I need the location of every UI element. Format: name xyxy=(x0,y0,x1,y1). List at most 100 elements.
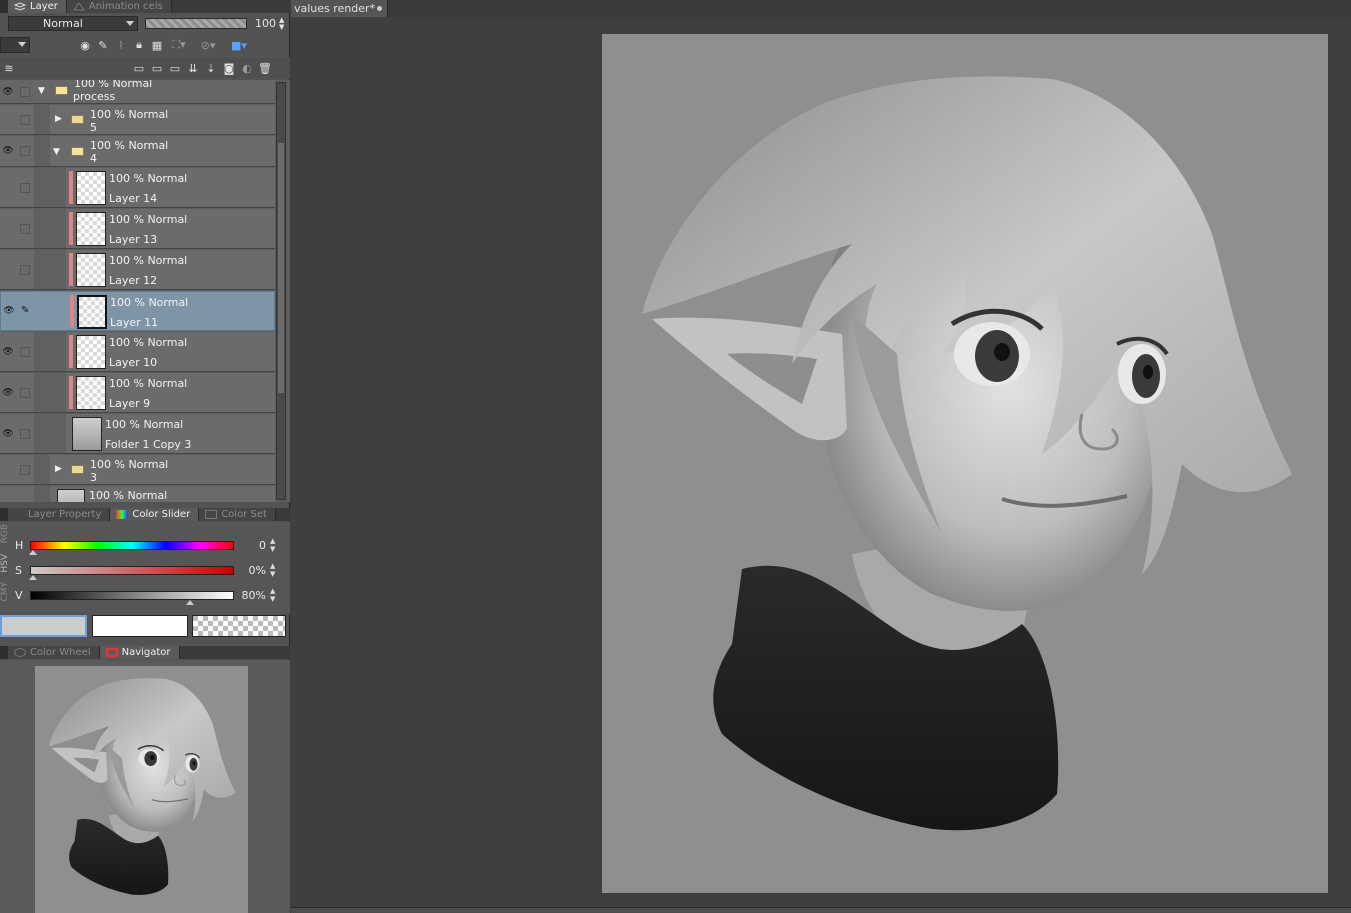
transparent-color-swatch[interactable] xyxy=(192,615,286,637)
canvas-workspace[interactable] xyxy=(291,17,1351,907)
layer-row[interactable]: 100 % Normal Layer 14 xyxy=(0,168,275,208)
hue-slider[interactable] xyxy=(29,540,234,555)
layer-check[interactable] xyxy=(20,86,30,97)
panel-grip[interactable] xyxy=(0,0,8,13)
create-mask-icon[interactable]: ◙ xyxy=(220,60,238,76)
lock-icon[interactable]: 🔒︎ xyxy=(130,37,148,53)
layer-check[interactable] xyxy=(20,223,30,234)
layer-row[interactable]: ▶ 100 % Normal 3 xyxy=(0,455,275,485)
tab-layer[interactable]: Layer xyxy=(8,0,67,13)
layer-check[interactable] xyxy=(20,146,30,156)
scroll-thumb[interactable] xyxy=(278,143,284,393)
eye-icon[interactable]: 👁︎ xyxy=(0,332,16,371)
new-folder-icon[interactable]: ▭ xyxy=(166,60,184,76)
tab-color-set[interactable]: Color Set xyxy=(199,508,276,521)
color-panel-tabbar: Layer Property Color Slider Color Set xyxy=(0,508,290,521)
opacity-slider[interactable] xyxy=(145,18,247,29)
canvas[interactable] xyxy=(602,34,1328,893)
layer-list-scrollbar[interactable] xyxy=(276,82,286,500)
panel-grip[interactable] xyxy=(0,508,8,521)
layer-opacity-mode: 100 % Normal xyxy=(109,254,188,267)
layer-row[interactable]: 👁︎ ▼ 100 % Normal process xyxy=(0,80,275,104)
side-tab-cmy[interactable]: CMY xyxy=(0,582,12,602)
chevron-down-icon[interactable]: ▼ xyxy=(53,147,60,157)
layer-check[interactable] xyxy=(20,182,30,193)
transfer-down-icon[interactable]: ⇊ xyxy=(184,60,202,76)
layer-row-selected[interactable]: 👁︎ ✎ 100 % Normal Layer 11 xyxy=(0,291,275,331)
tab-label: Color Set xyxy=(221,509,267,520)
pin-icon[interactable]: ⌇ xyxy=(112,37,130,53)
close-icon[interactable] xyxy=(377,6,382,11)
layer-row[interactable]: ▶ 100 % Normal 5 xyxy=(0,105,275,135)
layer-row[interactable]: 👁︎ ▼ 100 % Normal 4 xyxy=(0,136,275,167)
slider-value[interactable]: 0% xyxy=(234,564,270,577)
clip-icon[interactable]: ⛶▾ xyxy=(166,37,192,53)
layer-check[interactable] xyxy=(20,387,30,398)
apply-mask-icon[interactable]: ◐ xyxy=(238,60,256,76)
layer-check[interactable] xyxy=(20,428,30,439)
blend-mode-select[interactable]: Normal xyxy=(8,16,138,31)
value-slider[interactable] xyxy=(30,590,234,605)
document-title: values render* xyxy=(294,2,376,15)
tab-color-wheel[interactable]: Color Wheel xyxy=(8,646,100,659)
blend-mode-value: Normal xyxy=(43,17,83,30)
slider-pointer[interactable] xyxy=(29,549,37,555)
spinner-icon[interactable]: ▲ ▼ xyxy=(270,537,280,553)
layer-row[interactable]: 100 % Normal Layer 12 xyxy=(0,250,275,290)
layer-opacity-mode: 100 % Normal xyxy=(90,108,169,121)
layer-color-icon[interactable]: ■▾ xyxy=(224,37,254,53)
eye-icon[interactable]: 👁︎ xyxy=(0,136,16,166)
layer-check[interactable] xyxy=(20,114,30,125)
layer-check[interactable] xyxy=(20,464,30,475)
sub-color-swatch[interactable] xyxy=(92,615,188,637)
chevron-down-icon[interactable]: ▼ xyxy=(38,86,45,96)
layer-check[interactable]: ✎ xyxy=(21,306,31,316)
layer-row[interactable]: 100 % Normal Layer 13 xyxy=(0,209,275,249)
opacity-spinner[interactable]: ▲ ▼ xyxy=(279,16,284,31)
layer-opacity-mode: 100 % Normal xyxy=(89,489,168,502)
saturation-slider[interactable] xyxy=(29,565,234,580)
eye-icon[interactable]: 👁︎ xyxy=(0,414,16,453)
layer-color-mark xyxy=(70,295,74,327)
layer-row[interactable]: 👁︎ 100 % Normal Layer 10 xyxy=(0,332,275,372)
merge-down-icon[interactable]: ⇣ xyxy=(202,60,220,76)
spinner-icon[interactable]: ▲ ▼ xyxy=(270,562,280,578)
chevron-right-icon[interactable]: ▶ xyxy=(55,464,62,474)
layer-menu-icon[interactable]: ≋ xyxy=(0,60,18,76)
tab-navigator[interactable]: Navigator xyxy=(99,646,180,659)
eye-icon[interactable]: 👁︎ xyxy=(1,292,17,330)
opacity-value[interactable]: 100 xyxy=(255,17,276,30)
layer-row[interactable]: 👁︎ 100 % Normal Folder 1 Copy 3 xyxy=(0,414,275,454)
spinner-icon[interactable]: ▲ ▼ xyxy=(270,587,280,603)
navigator-preview[interactable] xyxy=(35,666,248,913)
tab-layer-property[interactable]: Layer Property xyxy=(8,508,111,521)
slider-value[interactable]: 0 xyxy=(234,539,270,552)
slider-value[interactable]: 80% xyxy=(234,589,270,602)
main-color-swatch[interactable] xyxy=(0,615,87,637)
new-vector-layer-icon[interactable]: ▭ xyxy=(148,60,166,76)
document-tab[interactable]: values render* xyxy=(291,0,388,17)
side-tab-rgb[interactable]: RGB xyxy=(0,524,12,543)
side-tab-hsv[interactable]: HSV xyxy=(0,554,12,573)
eye-icon[interactable]: 👁︎ xyxy=(0,80,16,103)
layer-color-select[interactable] xyxy=(0,37,30,53)
new-raster-layer-icon[interactable]: ▭ xyxy=(130,60,148,76)
mask-icon[interactable]: ⊘▾ xyxy=(192,37,224,53)
panel-grip[interactable] xyxy=(0,646,8,659)
reference-layer-icon[interactable]: ◉ xyxy=(76,37,94,53)
slider-pointer[interactable] xyxy=(185,599,194,605)
layer-row[interactable]: 100 % Normal xyxy=(0,486,275,502)
layer-list[interactable]: 👁︎ ▼ 100 % Normal process ▶ 100 % Normal… xyxy=(0,80,290,502)
tab-animation-cels[interactable]: Animation cels xyxy=(66,0,172,13)
delete-layer-icon[interactable]: 🗑︎ xyxy=(256,60,274,76)
eye-icon[interactable]: 👁︎ xyxy=(0,373,16,412)
layer-name: Layer 9 xyxy=(109,397,151,410)
slider-pointer[interactable] xyxy=(29,574,37,580)
chevron-right-icon[interactable]: ▶ xyxy=(55,114,62,124)
lock-transparency-icon[interactable]: ▦ xyxy=(148,37,166,53)
tab-color-slider[interactable]: Color Slider xyxy=(110,508,200,521)
layer-check[interactable] xyxy=(20,346,30,357)
draft-layer-icon[interactable]: ✎ xyxy=(94,37,112,53)
layer-check[interactable] xyxy=(20,264,30,275)
layer-row[interactable]: 👁︎ 100 % Normal Layer 9 xyxy=(0,373,275,413)
